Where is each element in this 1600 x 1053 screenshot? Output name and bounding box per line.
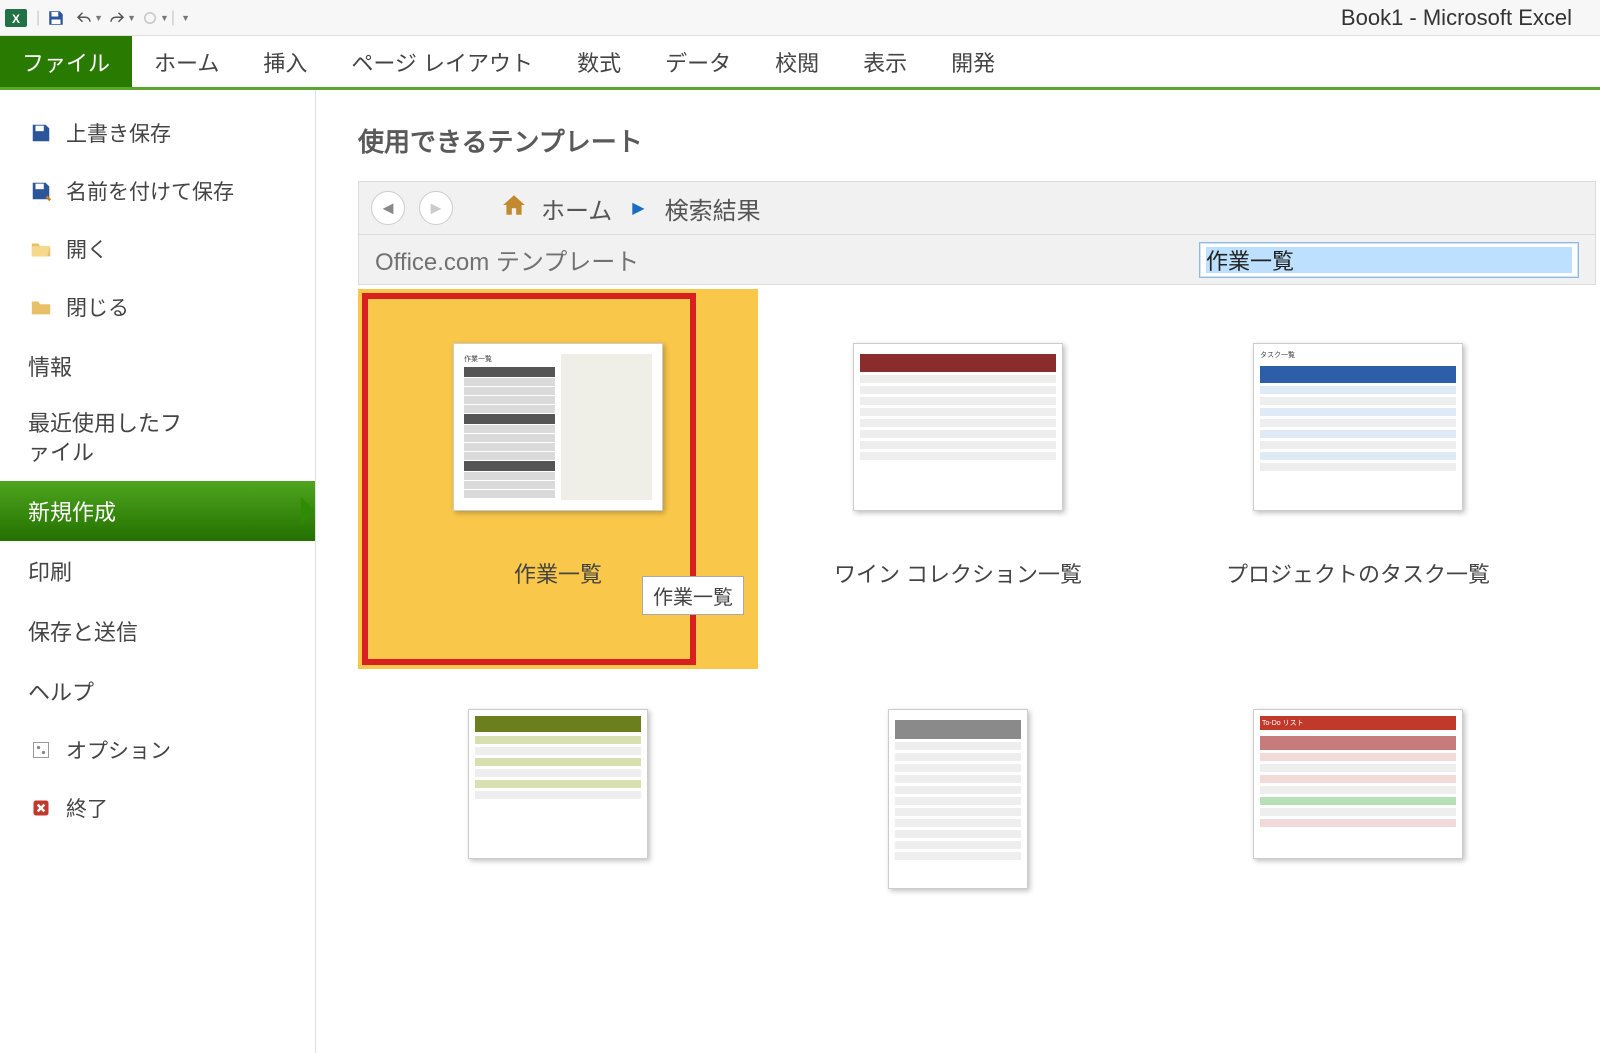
template-thumbnail: To-Do リスト [1253,709,1463,859]
backstage-view: 上書き保存 名前を付けて保存 開く 閉じる 情報 最近使用したファイル 新規作成… [0,90,1600,1053]
backstage-sidebar: 上書き保存 名前を付けて保存 開く 閉じる 情報 最近使用したファイル 新規作成… [0,90,316,1053]
template-thumbnail [853,343,1063,511]
customize-qat-icon[interactable]: ▼ [181,13,190,23]
excel-logo-icon: X [4,6,28,30]
sidebar-item-label: 保存と送信 [28,615,138,647]
template-thumbnail [468,709,648,859]
template-item-task-list[interactable]: 作業一覧 作業一覧 作業一覧 [358,289,758,669]
thumb-title: To-Do リスト [1260,716,1456,730]
template-thumbnail [888,709,1028,889]
svg-text:X: X [12,12,20,26]
separator: | [171,9,175,27]
save-icon [28,120,54,146]
tab-formulas[interactable]: 数式 [555,36,643,87]
window-title: Book1 - Microsoft Excel [190,5,1596,31]
tab-developer[interactable]: 開発 [929,36,1017,87]
template-thumbnail: タスク一覧 [1253,343,1463,511]
sidebar-item-label: 閉じる [66,292,129,322]
sidebar-item-label: 終了 [66,793,108,823]
sidebar-item-help[interactable]: ヘルプ [0,661,315,721]
template-item-6[interactable]: To-Do リスト [1158,669,1558,1049]
template-breadcrumb-bar: ◄ ► ホーム ▶ 検索結果 [358,181,1596,235]
exit-icon [28,795,54,821]
sidebar-item-info[interactable]: 情報 [0,336,315,396]
template-item-wine-collection[interactable]: ワイン コレクション一覧 [758,289,1158,669]
chevron-right-icon: ▶ [632,198,644,218]
sidebar-item-close[interactable]: 閉じる [0,278,315,336]
folder-open-icon [28,236,54,262]
sidebar-item-options[interactable]: オプション [0,721,315,779]
sidebar-item-label: 名前を付けて保存 [66,176,234,206]
options-icon [28,737,54,763]
sidebar-item-label: 上書き保存 [66,118,171,148]
tab-file[interactable]: ファイル [0,36,132,87]
page-title: 使用できるテンプレート [358,122,1600,159]
template-item-5[interactable] [758,669,1158,1049]
template-label: ワイン コレクション一覧 [834,557,1082,589]
dropdown-icon[interactable]: ▼ [94,13,103,23]
backstage-main: 使用できるテンプレート ◄ ► ホーム ▶ 検索結果 Office.com テン… [316,90,1600,1053]
template-search-input[interactable] [1206,247,1572,273]
dropdown-icon[interactable]: ▼ [127,13,136,23]
tab-home[interactable]: ホーム [132,36,241,87]
nav-back-button[interactable]: ◄ [371,191,405,225]
template-thumbnail: 作業一覧 [453,343,663,511]
ribbon-tabs: ファイル ホーム 挿入 ページ レイアウト 数式 データ 校閲 表示 開発 [0,36,1600,90]
sidebar-item-recent[interactable]: 最近使用したファイル [0,396,315,481]
sidebar-item-exit[interactable]: 終了 [0,779,315,837]
template-label: 作業一覧 [514,557,602,589]
sidebar-item-label: オプション [66,735,171,765]
tab-data[interactable]: データ [643,36,753,87]
sidebar-item-label: 開く [66,234,108,264]
qat-touch-button[interactable] [136,4,164,32]
sidebar-item-label: 新規作成 [28,495,116,527]
sidebar-item-new[interactable]: 新規作成 [0,481,315,541]
qat-save-button[interactable] [42,4,70,32]
sidebar-item-label: ヘルプ [28,675,94,707]
tab-page-layout[interactable]: ページ レイアウト [329,36,555,87]
sidebar-item-open[interactable]: 開く [0,220,315,278]
template-section-bar: Office.com テンプレート [358,235,1596,285]
quick-access-toolbar: X | ▼ ▼ ▼ | ▼ Book1 - Microsoft Excel [0,0,1600,36]
sidebar-item-label: 情報 [28,350,72,382]
breadcrumb-current: 検索結果 [665,191,761,226]
thumb-title: タスク一覧 [1260,350,1456,360]
tab-view[interactable]: 表示 [841,36,929,87]
sidebar-item-save[interactable]: 上書き保存 [0,104,315,162]
saveas-icon [28,178,54,204]
separator: | [36,9,40,27]
thumb-title: 作業一覧 [464,354,555,364]
template-item-project-tasks[interactable]: タスク一覧 プロジェクトのタスク一覧 [1158,289,1558,669]
template-item-4[interactable] [358,669,758,1049]
home-icon[interactable] [501,192,527,225]
template-grid: 作業一覧 作業一覧 作業一覧 [358,285,1600,1049]
sidebar-item-label: 印刷 [28,555,72,587]
sidebar-item-saveas[interactable]: 名前を付けて保存 [0,162,315,220]
nav-forward-button[interactable]: ► [419,191,453,225]
sidebar-item-print[interactable]: 印刷 [0,541,315,601]
sidebar-item-label: 最近使用したファイル [28,410,198,467]
section-label: Office.com テンプレート [375,242,639,277]
tab-review[interactable]: 校閲 [753,36,841,87]
folder-close-icon [28,294,54,320]
sidebar-item-save-send[interactable]: 保存と送信 [0,601,315,661]
breadcrumb-home[interactable]: ホーム [541,191,612,226]
template-label: プロジェクトのタスク一覧 [1226,557,1490,589]
tab-insert[interactable]: 挿入 [241,36,329,87]
tooltip: 作業一覧 [642,576,744,615]
template-search-box[interactable] [1199,242,1579,278]
